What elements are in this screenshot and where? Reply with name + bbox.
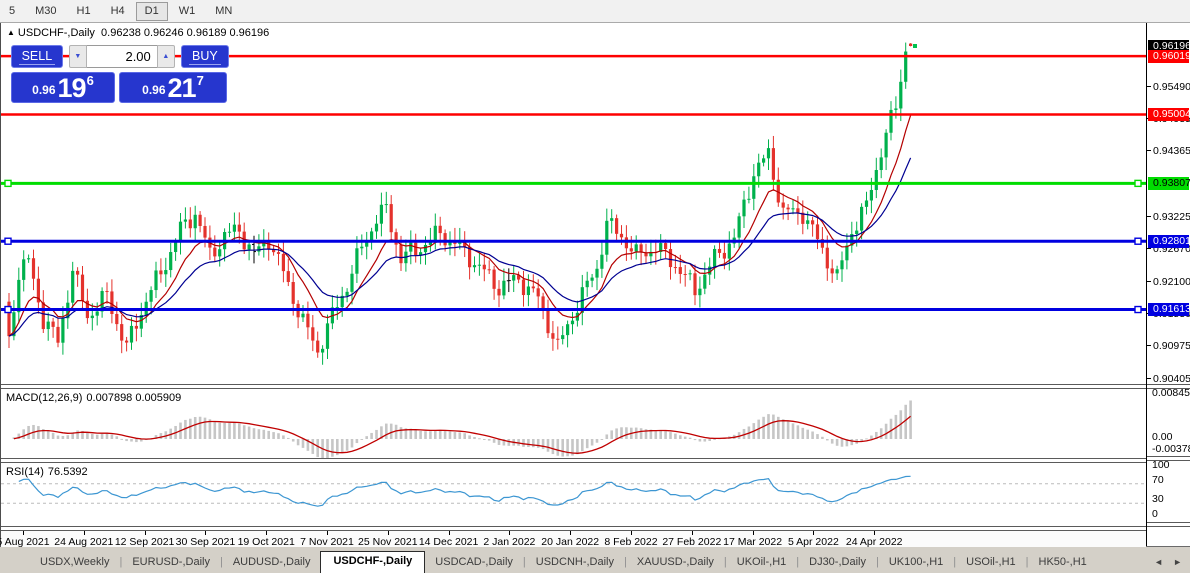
chart-tab-usdcnh-daily[interactable]: USDCNH-,Daily: [526, 553, 624, 573]
chart-window: ▲ USDCHF-,Daily 0.96238 0.96246 0.96189 0…: [0, 23, 1190, 552]
price-badge-0.91613: 0.91613: [1148, 303, 1190, 317]
chart-tab-xauusd-daily[interactable]: XAUUSD-,Daily: [627, 553, 724, 573]
rsi-axis-label: 70: [1152, 473, 1164, 486]
macd-pane[interactable]: MACD(12,26,9) 0.007898 0.005909: [1, 389, 1146, 458]
sell-price-pipette: 6: [86, 73, 94, 88]
axis-separator: [1147, 384, 1190, 389]
volume-decrease-button[interactable]: ▼: [68, 45, 87, 68]
chart-tab-uk100-h1[interactable]: UK100-,H1: [879, 553, 953, 573]
sell-price-pips: 19: [57, 73, 87, 104]
date-tick-mark: [205, 531, 207, 535]
price-axis-tick: 0.92100: [1147, 276, 1190, 289]
price-axis-tick: 0.93225: [1147, 211, 1190, 224]
timeframe-button-5[interactable]: 5: [0, 2, 24, 21]
date-tick-mark: [23, 531, 24, 535]
price-axis[interactable]: 0.949350.926700.915300.954900.943650.932…: [1147, 23, 1190, 546]
date-tick-mark: [813, 531, 815, 535]
tick-dash: [1147, 150, 1151, 152]
macd-label: MACD(12,26,9) 0.007898 0.005909: [6, 392, 182, 404]
price-axis-tick: 0.94365: [1147, 145, 1190, 158]
timeframe-button-h1[interactable]: H1: [68, 2, 100, 21]
sell-price-box[interactable]: 0.96 19 6: [11, 72, 115, 103]
chart-tab-dj30-daily[interactable]: DJ30-,Daily: [799, 553, 876, 573]
buy-price-pips: 21: [167, 73, 197, 104]
chart-tab-usdcad-daily[interactable]: USDCAD-,Daily: [425, 553, 523, 573]
chart-title: ▲ USDCHF-,Daily 0.96238 0.96246 0.96189 0…: [7, 27, 269, 39]
chart-tab-ukoil-h1[interactable]: UKOil-,H1: [727, 553, 797, 573]
rsi-pane[interactable]: RSI(14) 76.5392: [1, 463, 1146, 526]
date-tick-mark: [752, 531, 754, 535]
tick-dash: [1147, 215, 1151, 217]
timeframe-button-w1[interactable]: W1: [170, 2, 205, 21]
tab-scroll-arrows: ◄ ►: [1154, 558, 1182, 567]
date-tick-mark: [83, 531, 85, 535]
macd-values: 0.007898 0.005909: [86, 392, 182, 404]
date-tick-mark: [874, 531, 876, 535]
chart-plot-column: ▲ USDCHF-,Daily 0.96238 0.96246 0.96189 0…: [0, 23, 1147, 552]
buy-price-box[interactable]: 0.96 21 7: [119, 72, 227, 103]
price-axis-tick: 0.95490: [1147, 81, 1190, 94]
tick-dash: [1147, 280, 1151, 282]
timeframe-button-mn[interactable]: MN: [206, 2, 241, 21]
rsi-label: RSI(14) 76.5392: [6, 466, 88, 478]
chart-tab-usdx-weekly[interactable]: USDX,Weekly: [30, 553, 119, 573]
chart-tab-usdchf-daily[interactable]: USDCHF-,Daily: [320, 551, 426, 573]
date-tick-mark: [691, 531, 693, 535]
date-tick-mark: [509, 531, 511, 535]
volume-input[interactable]: [86, 45, 157, 68]
axis-separator: [1147, 456, 1190, 461]
date-tick-mark: [387, 531, 389, 535]
date-tick-mark: [631, 531, 632, 535]
date-tick-mark: [570, 531, 572, 535]
one-click-trading-panel: SELL ▼ ▲ BUY 0.96 19 6 0.96 21 7: [11, 45, 229, 103]
price-axis-tick: 0.90975: [1147, 340, 1190, 353]
tab-scroll-left-icon[interactable]: ◄: [1154, 558, 1163, 567]
chart-tab-bar: USDX,Weekly | EURUSD-,Daily | AUDUSD-,Daily U…: [0, 547, 1190, 573]
axis-separator: [1147, 522, 1190, 527]
buy-price-pipette: 7: [196, 73, 204, 88]
chart-tab-audusd-daily[interactable]: AUDUSD-,Daily: [223, 553, 321, 573]
sell-price-base: 0.96: [32, 83, 56, 97]
chart-ohlc-values: 0.96238 0.96246 0.96189 0.96196: [101, 27, 270, 39]
collapse-triangle-icon[interactable]: ▲: [7, 28, 15, 37]
buy-price-base: 0.96: [142, 83, 166, 97]
price-badge-0.92801: 0.92801: [1148, 234, 1190, 248]
chart-tab-eurusd-daily[interactable]: EURUSD-,Daily: [122, 553, 220, 573]
tick-dash: [1147, 345, 1151, 347]
price-badge-0.95004: 0.95004: [1148, 108, 1190, 122]
tick-dash: [1147, 377, 1151, 379]
price-badge-0.96019: 0.96019: [1148, 49, 1190, 63]
main-price-pane[interactable]: ▲ USDCHF-,Daily 0.96238 0.96246 0.96189 0…: [1, 23, 1146, 384]
macd-axis-label: -0.003783: [1152, 443, 1190, 455]
chart-tab-usoil-h1[interactable]: USOil-,H1: [956, 553, 1026, 573]
date-tick-mark: [144, 531, 146, 535]
timeframe-button-m30[interactable]: M30: [26, 2, 65, 21]
tab-scroll-right-icon[interactable]: ►: [1173, 558, 1182, 567]
timeframe-button-h4[interactable]: H4: [102, 2, 134, 21]
chevron-down-icon: ▼: [74, 53, 82, 60]
chart-symbol-label: USDCHF-,Daily: [17, 27, 95, 39]
timeframe-button-d1[interactable]: D1: [135, 1, 168, 21]
sell-button[interactable]: SELL: [11, 45, 63, 68]
rsi-canvas[interactable]: [1, 463, 1146, 526]
rsi-axis-label: 30: [1152, 493, 1164, 506]
buy-button[interactable]: BUY: [180, 45, 229, 68]
chart-tab-hk50-h1[interactable]: HK50-,H1: [1029, 553, 1097, 573]
date-tick-mark: [448, 531, 450, 535]
price-badge-0.93807: 0.93807: [1148, 176, 1190, 190]
rsi-value: 76.5392: [47, 466, 88, 478]
mt4-terminal: { "toolbar": { "timeframes": [ {"label":…: [0, 0, 1190, 573]
date-tick-mark: [266, 531, 268, 535]
volume-increase-button[interactable]: ▲: [156, 45, 175, 68]
chevron-up-icon: ▲: [162, 53, 170, 60]
date-tick-mark: [327, 531, 328, 535]
tick-dash: [1147, 85, 1151, 87]
rsi-axis-label: 0: [1152, 508, 1158, 520]
tick-dash: [1147, 247, 1151, 249]
timeframe-toolbar: 5 M30 H1 H4 D1 W1 MN: [0, 0, 1190, 23]
